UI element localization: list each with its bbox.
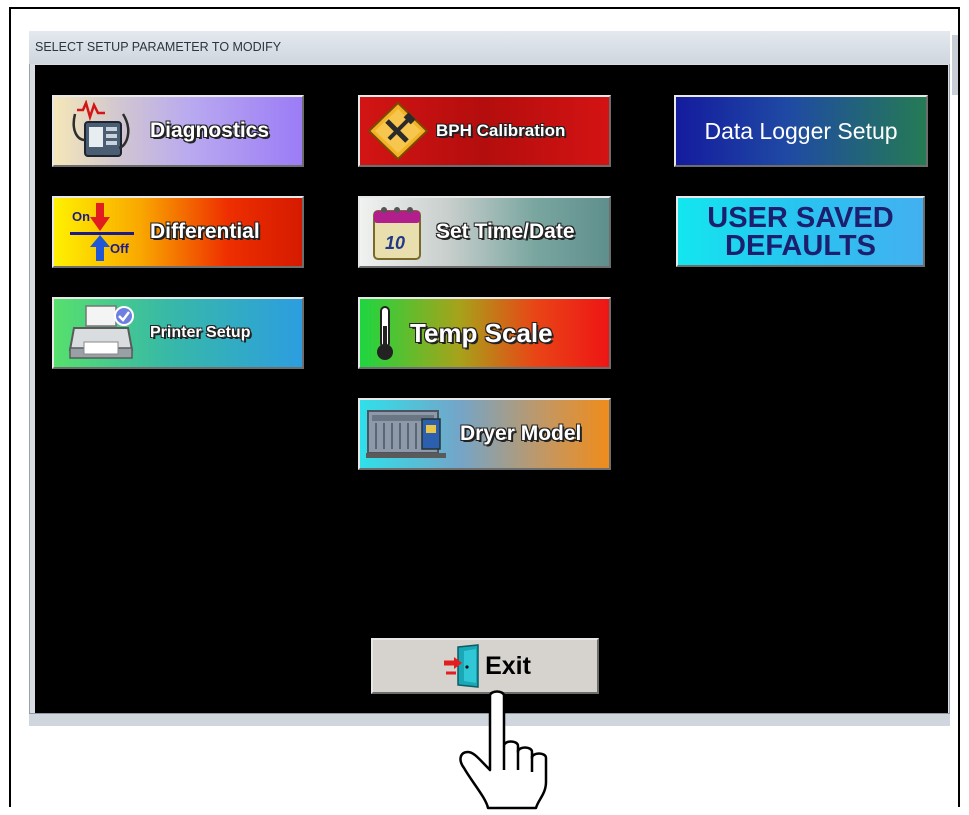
pointing-hand-cursor: [452, 690, 562, 810]
data-logger-setup-button[interactable]: Data Logger Setup: [674, 95, 928, 167]
dryer-model-label: Dryer Model: [460, 422, 582, 445]
svg-text:On: On: [72, 209, 90, 224]
user-saved-defaults-line1: USER SAVED: [707, 201, 894, 234]
user-saved-defaults-line2: DEFAULTS: [725, 229, 876, 262]
side-edge-deco: [952, 35, 958, 95]
thermometer-icon: [360, 299, 410, 367]
set-time-date-button[interactable]: 10 Set Time/Date: [358, 196, 611, 268]
diagnostics-icon: [54, 97, 150, 165]
on-off-arrows-icon: On Off: [54, 198, 150, 266]
dryer-model-button[interactable]: Dryer Model: [358, 398, 611, 470]
exit-button[interactable]: Exit: [371, 638, 599, 694]
temp-scale-button[interactable]: Temp Scale: [358, 297, 611, 369]
exit-label: Exit: [485, 651, 531, 680]
calibration-tools-icon: [360, 97, 436, 165]
printer-setup-label: Printer Setup: [150, 324, 251, 341]
differential-button[interactable]: On Off Differential: [52, 196, 304, 268]
dryer-machine-icon: [360, 400, 460, 468]
differential-label: Differential: [150, 220, 260, 243]
svg-text:10: 10: [385, 233, 405, 253]
diagnostics-button[interactable]: Diagnostics: [52, 95, 304, 167]
window-title: SELECT SETUP PARAMETER TO MODIFY: [29, 31, 950, 64]
printer-setup-button[interactable]: Printer Setup: [52, 297, 304, 369]
bph-calibration-label: BPH Calibration: [436, 121, 566, 140]
diagnostics-label: Diagnostics: [150, 119, 270, 142]
bph-calibration-button[interactable]: BPH Calibration: [358, 95, 611, 167]
user-saved-defaults-button[interactable]: USER SAVED DEFAULTS: [676, 196, 925, 267]
exit-door-icon: [439, 641, 485, 691]
svg-text:Off: Off: [110, 241, 129, 256]
set-time-date-label: Set Time/Date: [436, 220, 575, 243]
printer-icon: [54, 299, 150, 367]
calendar-icon: 10: [360, 198, 436, 266]
data-logger-setup-label: Data Logger Setup: [704, 117, 898, 144]
user-saved-defaults-label: USER SAVED DEFAULTS: [707, 201, 894, 262]
temp-scale-label: Temp Scale: [410, 317, 553, 348]
